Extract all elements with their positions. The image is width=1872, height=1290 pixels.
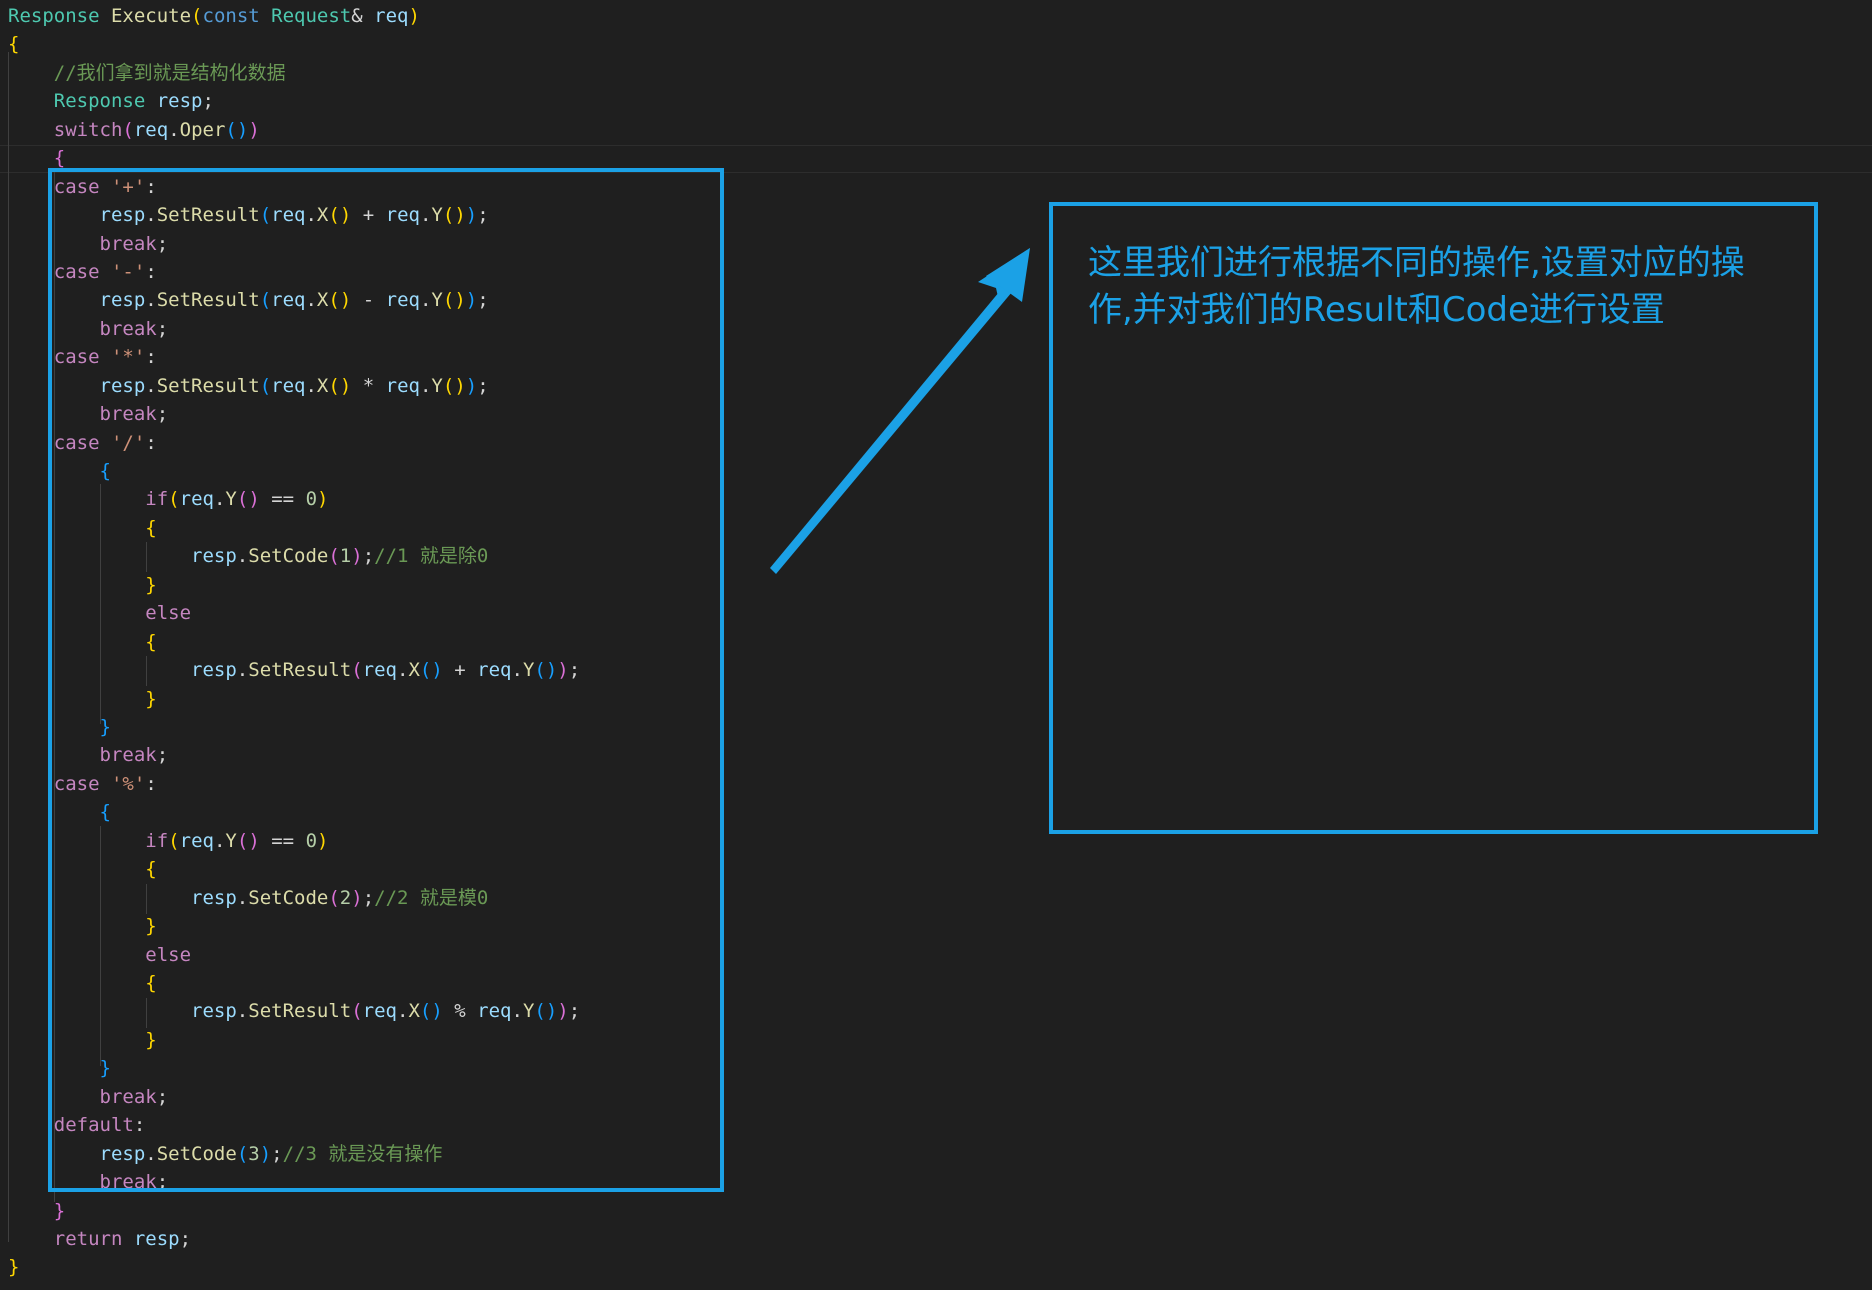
code-token: ) — [408, 5, 420, 27]
code-highlight-box — [48, 168, 724, 1192]
annotation-text: 这里我们进行根据不同的操作,设置对应的操作,并对我们的Result和Code进行… — [1088, 243, 1745, 330]
code-line[interactable]: switch(req.Oper()) — [8, 116, 260, 145]
code-token: Oper — [179, 118, 226, 141]
code-token: ) — [248, 118, 260, 141]
code-token: Response — [53, 90, 146, 113]
code-line[interactable]: Response resp; — [8, 87, 214, 116]
code-token: ( — [225, 118, 237, 141]
code-token: Execute — [110, 5, 192, 27]
code-token: Request — [271, 5, 352, 27]
code-token: & — [351, 5, 363, 27]
code-token: req — [133, 118, 169, 141]
code-line[interactable]: } — [8, 1253, 19, 1282]
code-token: } — [8, 1256, 20, 1279]
code-token: ; — [179, 1227, 192, 1250]
code-token: ) — [236, 118, 249, 141]
code-line[interactable]: //我们拿到就是结构化数据 — [8, 59, 286, 88]
code-line[interactable]: return resp; — [8, 1225, 191, 1254]
code-token: . — [168, 118, 180, 141]
code-token: ( — [122, 118, 134, 141]
code-token: } — [53, 1199, 66, 1222]
code-token: { — [53, 147, 66, 170]
code-token: //我们拿到就是结构化数据 — [53, 61, 286, 84]
code-token: { — [8, 33, 20, 56]
code-token: const — [202, 5, 260, 27]
code-token: ( — [191, 5, 203, 27]
code-token: return — [53, 1227, 123, 1250]
code-token: resp — [133, 1227, 180, 1250]
code-token: switch — [53, 118, 123, 141]
pointer-arrow-icon — [770, 248, 1030, 574]
code-line[interactable]: } — [8, 1197, 65, 1226]
code-token: Response — [8, 5, 100, 27]
code-line[interactable]: { — [8, 30, 19, 59]
code-line[interactable]: Response Execute(const Request& req) — [8, 2, 420, 31]
code-token: resp — [156, 90, 203, 113]
code-token: req — [374, 5, 409, 27]
code-token: ; — [202, 90, 214, 113]
